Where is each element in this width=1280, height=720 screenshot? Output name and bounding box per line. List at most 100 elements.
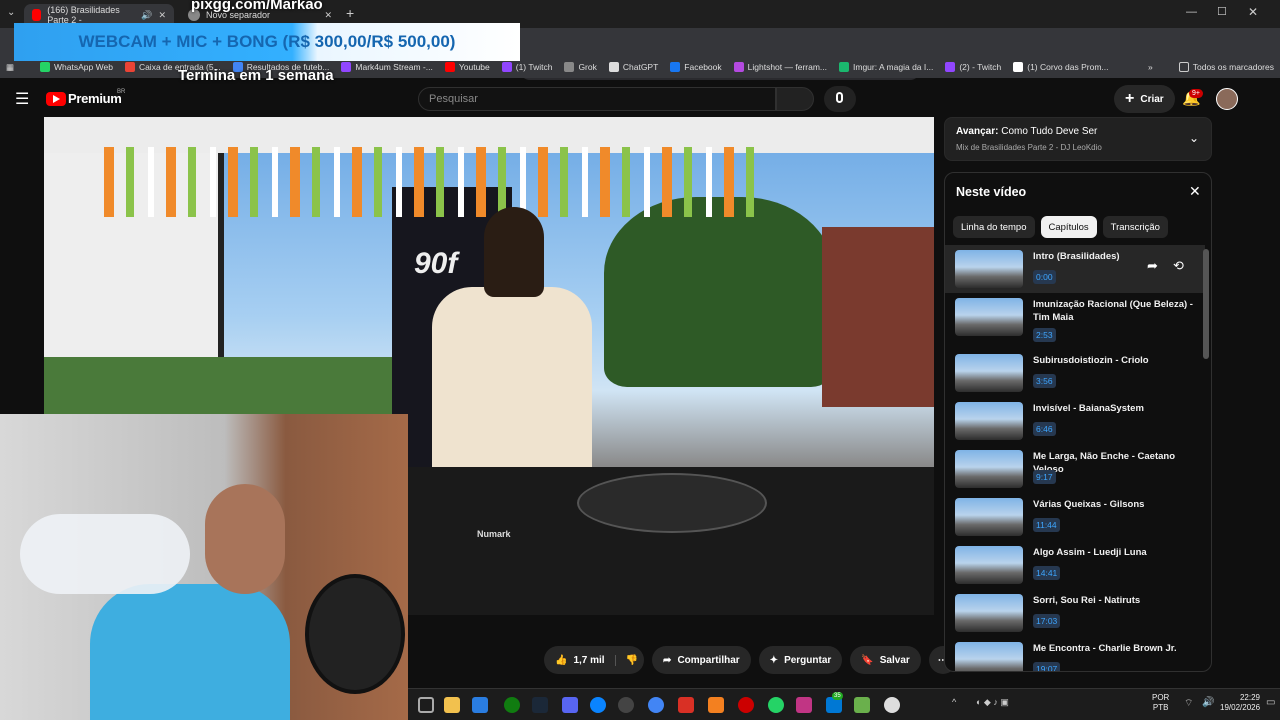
tab-linha-do-tempo[interactable]: Linha do tempo bbox=[953, 216, 1035, 238]
tray-overflow-icon[interactable]: ^ bbox=[952, 697, 956, 707]
chapter-title: Algo Assim - Luedji Luna bbox=[1033, 547, 1147, 558]
tab-capitulos[interactable]: Capítulos bbox=[1040, 216, 1097, 238]
bookmark-grok[interactable]: Grok bbox=[558, 62, 602, 72]
repeat-icon[interactable]: ⟲ bbox=[1173, 258, 1184, 274]
share-icon[interactable]: ➦ bbox=[1147, 258, 1158, 274]
bookmark-youtube[interactable]: Youtube bbox=[439, 62, 496, 72]
input-language[interactable]: POR PTB bbox=[1152, 693, 1169, 713]
bookmark-twitch[interactable]: (1) Twitch bbox=[496, 62, 559, 72]
cloud-icon[interactable] bbox=[708, 697, 724, 713]
apps-icon[interactable]: ▦ bbox=[0, 62, 20, 73]
app-icon[interactable] bbox=[854, 697, 870, 713]
whatsapp-icon[interactable] bbox=[768, 697, 784, 713]
volume-icon[interactable]: 🔊 bbox=[1202, 697, 1214, 708]
bookmark-mark4um[interactable]: Mark4um Stream -... bbox=[335, 62, 438, 72]
create-button[interactable]: + Criar bbox=[1114, 85, 1175, 113]
edge-icon[interactable] bbox=[590, 697, 606, 713]
chapter-item[interactable]: Invisível - BaianaSystem 6:46 bbox=[945, 398, 1205, 444]
save-button[interactable]: 🔖 Salvar bbox=[850, 646, 921, 674]
chapter-item[interactable]: Sorri, Sou Rei - Natiruts 17:03 bbox=[945, 590, 1205, 636]
tray-icons[interactable]: ◐ ◆ ♪ ▣ bbox=[976, 697, 1009, 708]
xbox-icon[interactable] bbox=[504, 697, 520, 713]
share-button[interactable]: ➦ Compartilhar bbox=[652, 646, 751, 674]
youtube-logo-icon[interactable] bbox=[46, 92, 66, 106]
chapter-title: Invisível - BaianaSystem bbox=[1033, 403, 1144, 414]
obs-icon[interactable] bbox=[618, 697, 634, 713]
bookmark-imgur[interactable]: Imgur: A magia da I... bbox=[833, 62, 939, 72]
notification-icon[interactable]: ▭ bbox=[1266, 697, 1275, 708]
tab-transcricao[interactable]: Transcrição bbox=[1102, 216, 1168, 238]
bookmark-corvo[interactable]: (1) Corvo das Prom... bbox=[1007, 62, 1114, 72]
chapter-time[interactable]: 9:17 bbox=[1033, 470, 1056, 484]
close-tab-icon[interactable]: ✕ bbox=[324, 10, 332, 21]
bookmark-label: ChatGPT bbox=[622, 62, 659, 72]
save-label: Salvar bbox=[879, 654, 910, 666]
search-button[interactable] bbox=[776, 87, 814, 111]
ask-button[interactable]: ✦ Perguntar bbox=[758, 646, 843, 674]
chapter-thumbnail bbox=[955, 546, 1023, 584]
windows-taskbar: 35 ^ ◐ ◆ ♪ ▣ POR PTB ⌔ 🔊 22:29 19/02/202… bbox=[408, 688, 1280, 720]
chapter-time[interactable]: 2:53 bbox=[1033, 328, 1056, 342]
chapter-item[interactable]: Me Larga, Não Enche - Caetano Veloso 9:1… bbox=[945, 446, 1205, 492]
chapter-time[interactable]: 19:07 bbox=[1033, 662, 1061, 671]
discord-icon[interactable] bbox=[562, 697, 578, 713]
close-tab-icon[interactable]: ✕ bbox=[158, 10, 166, 21]
logo-text[interactable]: Premium bbox=[68, 91, 122, 106]
chapter-item[interactable]: Várias Queixas - Gilsons 11:44 bbox=[945, 494, 1205, 540]
minimize-icon[interactable]: — bbox=[1186, 6, 1197, 18]
instagram-icon[interactable] bbox=[796, 697, 812, 713]
all-bookmarks[interactable]: Todos os marcadores bbox=[1173, 62, 1280, 72]
next-up-card[interactable]: Avançar: Como Tudo Deve Ser Mix de Brasi… bbox=[944, 117, 1212, 161]
chapter-item[interactable]: Me Encontra - Charlie Brown Jr. 19:07 bbox=[945, 638, 1205, 671]
app-icon[interactable] bbox=[884, 697, 900, 713]
store-icon[interactable] bbox=[472, 697, 488, 713]
chapter-time[interactable]: 6:46 bbox=[1033, 422, 1056, 436]
new-tab-icon[interactable]: + bbox=[346, 5, 354, 21]
bookmark-whatsapp[interactable]: WhatsApp Web bbox=[20, 62, 119, 72]
hamburger-menu-icon[interactable]: ☰ bbox=[15, 89, 29, 109]
bookmark-label: WhatsApp Web bbox=[54, 62, 113, 72]
chapter-item[interactable]: Imunização Racional (Que Beleza) - Tim M… bbox=[945, 294, 1205, 342]
bookmark-chatgpt[interactable]: ChatGPT bbox=[603, 62, 664, 72]
bookmarks-overflow[interactable]: » bbox=[1142, 62, 1159, 72]
webcam-overlay bbox=[0, 414, 408, 720]
bookmark-facebook[interactable]: Facebook bbox=[664, 62, 727, 72]
chapter-time[interactable]: 17:03 bbox=[1033, 614, 1061, 628]
panel-scrollbar[interactable] bbox=[1203, 249, 1209, 359]
app-icon[interactable] bbox=[678, 697, 694, 713]
chapter-item[interactable]: Subirusdoistiozin - Criolo 3:56 bbox=[945, 350, 1205, 396]
youtube-icon bbox=[444, 62, 455, 72]
account-avatar[interactable] bbox=[1216, 88, 1238, 110]
chevron-down-icon[interactable]: ⌄ bbox=[1189, 131, 1199, 145]
wifi-icon[interactable]: ⌔ bbox=[1184, 697, 1193, 710]
search-input[interactable]: Pesquisar bbox=[418, 87, 776, 111]
twitch-icon bbox=[945, 62, 956, 72]
chapter-time[interactable]: 14:41 bbox=[1033, 566, 1061, 580]
speaker-icon[interactable]: 🔊 bbox=[141, 10, 152, 21]
chapter-time[interactable]: 3:56 bbox=[1033, 374, 1056, 388]
close-icon[interactable]: ✕ bbox=[1189, 183, 1201, 200]
clock[interactable]: 22:29 19/02/2026 bbox=[1220, 693, 1260, 713]
voice-search-button[interactable] bbox=[824, 86, 856, 112]
bookmark-label: Mark4um Stream -... bbox=[355, 62, 433, 72]
steam-icon[interactable] bbox=[532, 697, 548, 713]
tab-search-icon[interactable]: ⌄ bbox=[7, 7, 15, 18]
close-window-icon[interactable]: ✕ bbox=[1248, 5, 1258, 19]
bookmark-label: Lightshot — ferram... bbox=[747, 62, 828, 72]
bookmark-lightshot[interactable]: Lightshot — ferram... bbox=[728, 62, 833, 72]
thumbs-down-icon[interactable]: 👎 bbox=[614, 654, 638, 666]
chatgpt-icon bbox=[608, 62, 619, 72]
file-explorer-icon[interactable] bbox=[444, 697, 460, 713]
like-button[interactable]: 👍 1,7 mil 👎 bbox=[544, 646, 645, 674]
chapter-time[interactable]: 11:44 bbox=[1033, 518, 1060, 532]
task-view-icon[interactable] bbox=[418, 697, 434, 713]
streamer-face bbox=[205, 484, 285, 594]
maximize-icon[interactable]: ☐ bbox=[1217, 5, 1227, 18]
app-icon[interactable] bbox=[738, 697, 754, 713]
chapter-time[interactable]: 0:00 bbox=[1033, 270, 1056, 284]
chrome-icon[interactable] bbox=[648, 697, 664, 713]
bookmark-twitch-2[interactable]: (2) - Twitch bbox=[939, 62, 1007, 72]
chapter-item[interactable]: Intro (Brasilidades) 0:00 ➦ ⟲ bbox=[945, 246, 1205, 292]
chapter-item[interactable]: Algo Assim - Luedji Luna 14:41 bbox=[945, 542, 1205, 588]
next-up-prefix: Avançar: bbox=[956, 126, 999, 137]
